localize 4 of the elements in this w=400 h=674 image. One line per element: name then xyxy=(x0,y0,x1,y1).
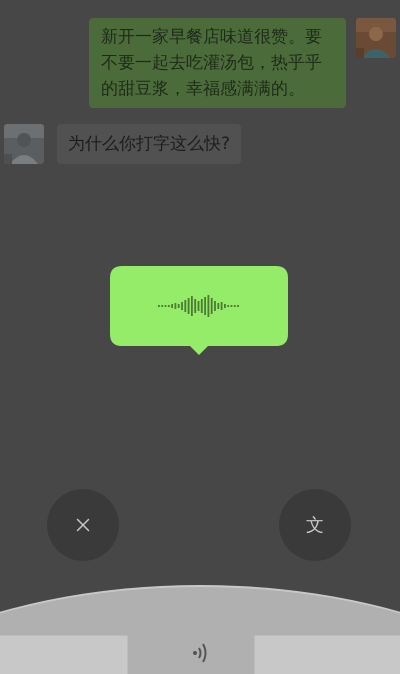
sent-message-bubble: 新开一家早餐店味道很赞。要不要一起去吃灌汤包，热乎乎的甜豆浆，幸福感满满的。 xyxy=(89,18,346,108)
convert-to-text-button[interactable]: 文 xyxy=(279,489,351,561)
speaker-icon xyxy=(192,642,208,664)
waveform-icon xyxy=(158,293,240,319)
